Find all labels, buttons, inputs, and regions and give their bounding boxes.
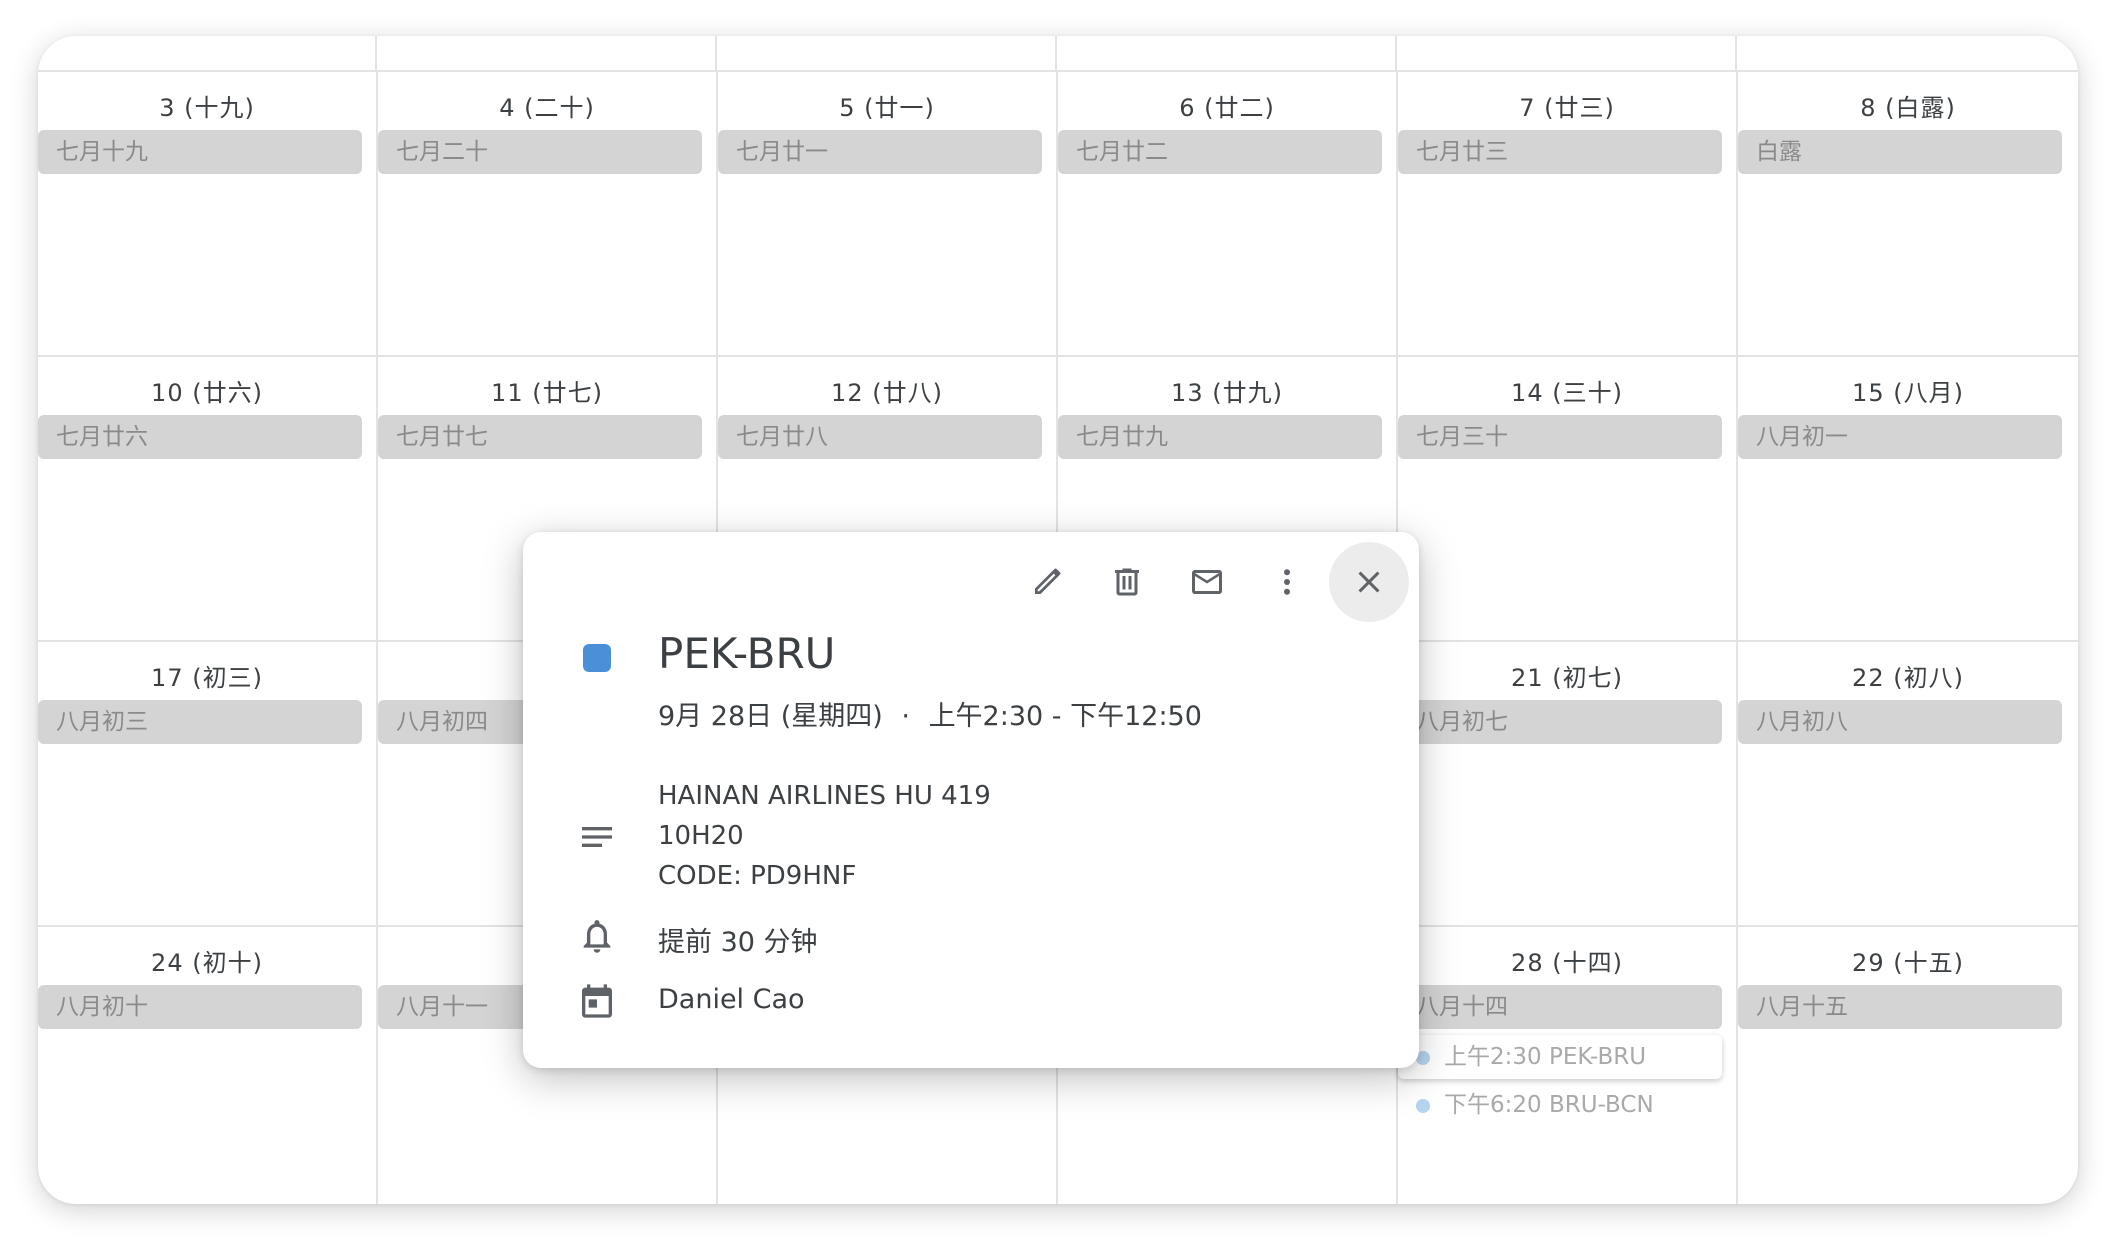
event-description: HAINAN AIRLINES HU 419 10H20 CODE: PD9HN… [658, 776, 991, 896]
day-cell[interactable]: 10 (廿六) 七月廿六 [38, 357, 378, 640]
day-cell[interactable]: 24 (初十) 八月初十 [38, 927, 378, 1204]
day-number: 17 (初三) [151, 664, 263, 692]
day-number: 12 (廿八) [831, 379, 943, 407]
day-number: 22 (初八) [1852, 664, 1964, 692]
calendar-event-chip[interactable]: 上午2:30 PEK-BRU [1398, 1035, 1722, 1079]
lunar-date-bar[interactable]: 八月初一 [1738, 415, 2062, 459]
lunar-date-bar[interactable]: 七月十九 [38, 130, 362, 174]
datetime-separator: · [901, 701, 910, 732]
lunar-date-bar[interactable]: 七月廿三 [1398, 130, 1722, 174]
event-title: BRU-BCN [1548, 1092, 1654, 1118]
day-cell[interactable]: 22 (初八) 八月初八 [1738, 642, 2078, 925]
bell-icon [583, 920, 611, 953]
previous-week-strip [38, 36, 2078, 70]
day-number: 29 (十五) [1852, 949, 1964, 977]
lunar-date-bar[interactable]: 七月廿二 [1058, 130, 1382, 174]
lunar-date-bar[interactable]: 八月十五 [1738, 985, 2062, 1029]
previous-week-cell[interactable] [38, 36, 377, 70]
event-reminder: 提前 30 分钟 [658, 927, 818, 958]
day-cell[interactable]: 3 (十九) 七月十九 [38, 72, 378, 355]
day-cell[interactable]: 28 (十四) 八月十四 上午2:30 PEK-BRU 下午6:20 BRU-B… [1398, 927, 1738, 1204]
lunar-date-bar[interactable]: 七月二十 [378, 130, 702, 174]
day-number: 28 (十四) [1511, 949, 1623, 977]
day-number: 5 (廿一) [839, 94, 935, 122]
lunar-date-bar[interactable]: 七月三十 [1398, 415, 1722, 459]
week-row: 3 (十九) 七月十九 4 (二十) 七月二十 5 (廿一) 七月廿一 6 (廿… [38, 70, 2078, 355]
event-detail-popup: PEK-BRU 9月 28日 (星期四) · 上午2:30 - 下午12:50 … [523, 532, 1419, 1068]
description-line: HAINAN AIRLINES HU 419 [658, 781, 991, 811]
notes-icon [582, 827, 612, 847]
day-number: 11 (廿七) [491, 379, 603, 407]
calendar-icon [582, 984, 612, 1018]
event-time: 下午6:20 [1444, 1092, 1542, 1118]
lunar-date-bar[interactable]: 白露 [1738, 130, 2062, 174]
lunar-date-bar[interactable]: 七月廿八 [718, 415, 1042, 459]
close-popup-button[interactable] [1329, 542, 1409, 622]
day-number: 6 (廿二) [1179, 94, 1275, 122]
popup-toolbar [1007, 542, 1409, 622]
email-guests-button[interactable] [1167, 542, 1247, 622]
day-cell[interactable]: 4 (二十) 七月二十 [378, 72, 718, 355]
description-line: 10H20 [658, 821, 744, 851]
lunar-date-bar[interactable]: 八月初十 [38, 985, 362, 1029]
previous-week-cell[interactable] [377, 36, 717, 70]
description-line: CODE: PD9HNF [658, 861, 857, 891]
event-time: 上午2:30 [1444, 1044, 1542, 1070]
previous-week-cell[interactable] [1057, 36, 1397, 70]
day-number: 13 (廿九) [1171, 379, 1283, 407]
day-number: 15 (八月) [1852, 379, 1964, 407]
day-cell[interactable]: 17 (初三) 八月初三 [38, 642, 378, 925]
day-number: 14 (三十) [1511, 379, 1623, 407]
day-cell[interactable]: 14 (三十) 七月三十 [1398, 357, 1738, 640]
event-date: 9月 28日 (星期四) [658, 701, 883, 732]
day-number: 24 (初十) [151, 949, 263, 977]
previous-week-cell[interactable] [1397, 36, 1737, 70]
day-number: 4 (二十) [499, 94, 595, 122]
day-cell[interactable]: 6 (廿二) 七月廿二 [1058, 72, 1398, 355]
day-cell[interactable]: 21 (初七) 八月初七 [1398, 642, 1738, 925]
calendar-event-chip[interactable]: 下午6:20 BRU-BCN [1398, 1083, 1722, 1127]
close-icon [1358, 571, 1380, 593]
event-color-swatch [583, 644, 611, 672]
day-cell[interactable]: 15 (八月) 八月初一 [1738, 357, 2078, 640]
lunar-date-bar[interactable]: 八月初三 [38, 700, 362, 744]
day-number: 10 (廿六) [151, 379, 263, 407]
more-vert-icon [1284, 569, 1290, 595]
event-title: PEK-BRU [1548, 1044, 1647, 1070]
event-color-dot [1416, 1099, 1430, 1113]
trash-icon [1115, 568, 1139, 596]
day-cell[interactable]: 7 (廿三) 七月廿三 [1398, 72, 1738, 355]
event-time-range: 上午2:30 - 下午12:50 [928, 701, 1202, 732]
day-cell[interactable]: 8 (白露) 白露 [1738, 72, 2078, 355]
lunar-date-bar[interactable]: 八月初七 [1398, 700, 1722, 744]
day-cell[interactable]: 29 (十五) 八月十五 [1738, 927, 2078, 1204]
previous-week-cell[interactable] [717, 36, 1057, 70]
day-number: 8 (白露) [1860, 94, 1956, 122]
lunar-date-bar[interactable]: 七月廿七 [378, 415, 702, 459]
event-title: PEK-BRU [658, 629, 836, 678]
day-number: 21 (初七) [1511, 664, 1623, 692]
event-datetime: 9月 28日 (星期四) · 上午2:30 - 下午12:50 [658, 694, 1202, 733]
lunar-date-bar[interactable]: 七月廿六 [38, 415, 362, 459]
edit-event-button[interactable] [1007, 542, 1087, 622]
delete-event-button[interactable] [1087, 542, 1167, 622]
mail-icon [1192, 570, 1222, 594]
day-cell[interactable]: 5 (廿一) 七月廿一 [718, 72, 1058, 355]
day-number: 7 (廿三) [1519, 94, 1615, 122]
calendar-window: 3 (十九) 七月十九 4 (二十) 七月二十 5 (廿一) 七月廿一 6 (廿… [38, 36, 2078, 1204]
event-organizer: Daniel Cao [658, 984, 805, 1015]
lunar-date-bar[interactable]: 七月廿九 [1058, 415, 1382, 459]
pencil-icon [1035, 568, 1061, 594]
more-options-button[interactable] [1247, 542, 1327, 622]
lunar-date-bar[interactable]: 七月廿一 [718, 130, 1042, 174]
lunar-date-bar[interactable]: 八月十四 [1398, 985, 1722, 1029]
lunar-date-bar[interactable]: 八月初八 [1738, 700, 2062, 744]
day-number: 3 (十九) [159, 94, 255, 122]
